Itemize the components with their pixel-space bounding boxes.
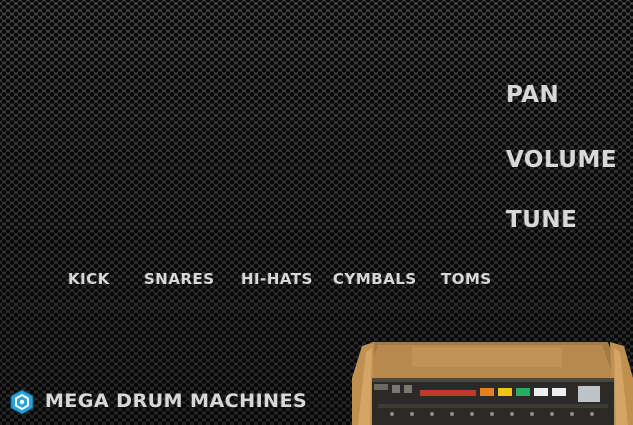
tab-kick[interactable]: KICK	[68, 270, 110, 288]
app-title: MEGA DRUM MACHINES	[45, 390, 308, 412]
tab-toms[interactable]: TOMS	[441, 270, 492, 288]
pan-control[interactable]: PAN	[506, 82, 559, 108]
tab-hi-hats[interactable]: HI-HATS	[241, 270, 313, 288]
tab-cymbals[interactable]: CYMBALS	[333, 270, 417, 288]
hexagon-logo-icon[interactable]	[9, 389, 35, 415]
volume-control[interactable]: VOLUME	[506, 147, 617, 173]
tab-snares[interactable]: SNARES	[144, 270, 215, 288]
tune-control[interactable]: TUNE	[506, 207, 577, 233]
drum-machine-image	[352, 342, 633, 425]
